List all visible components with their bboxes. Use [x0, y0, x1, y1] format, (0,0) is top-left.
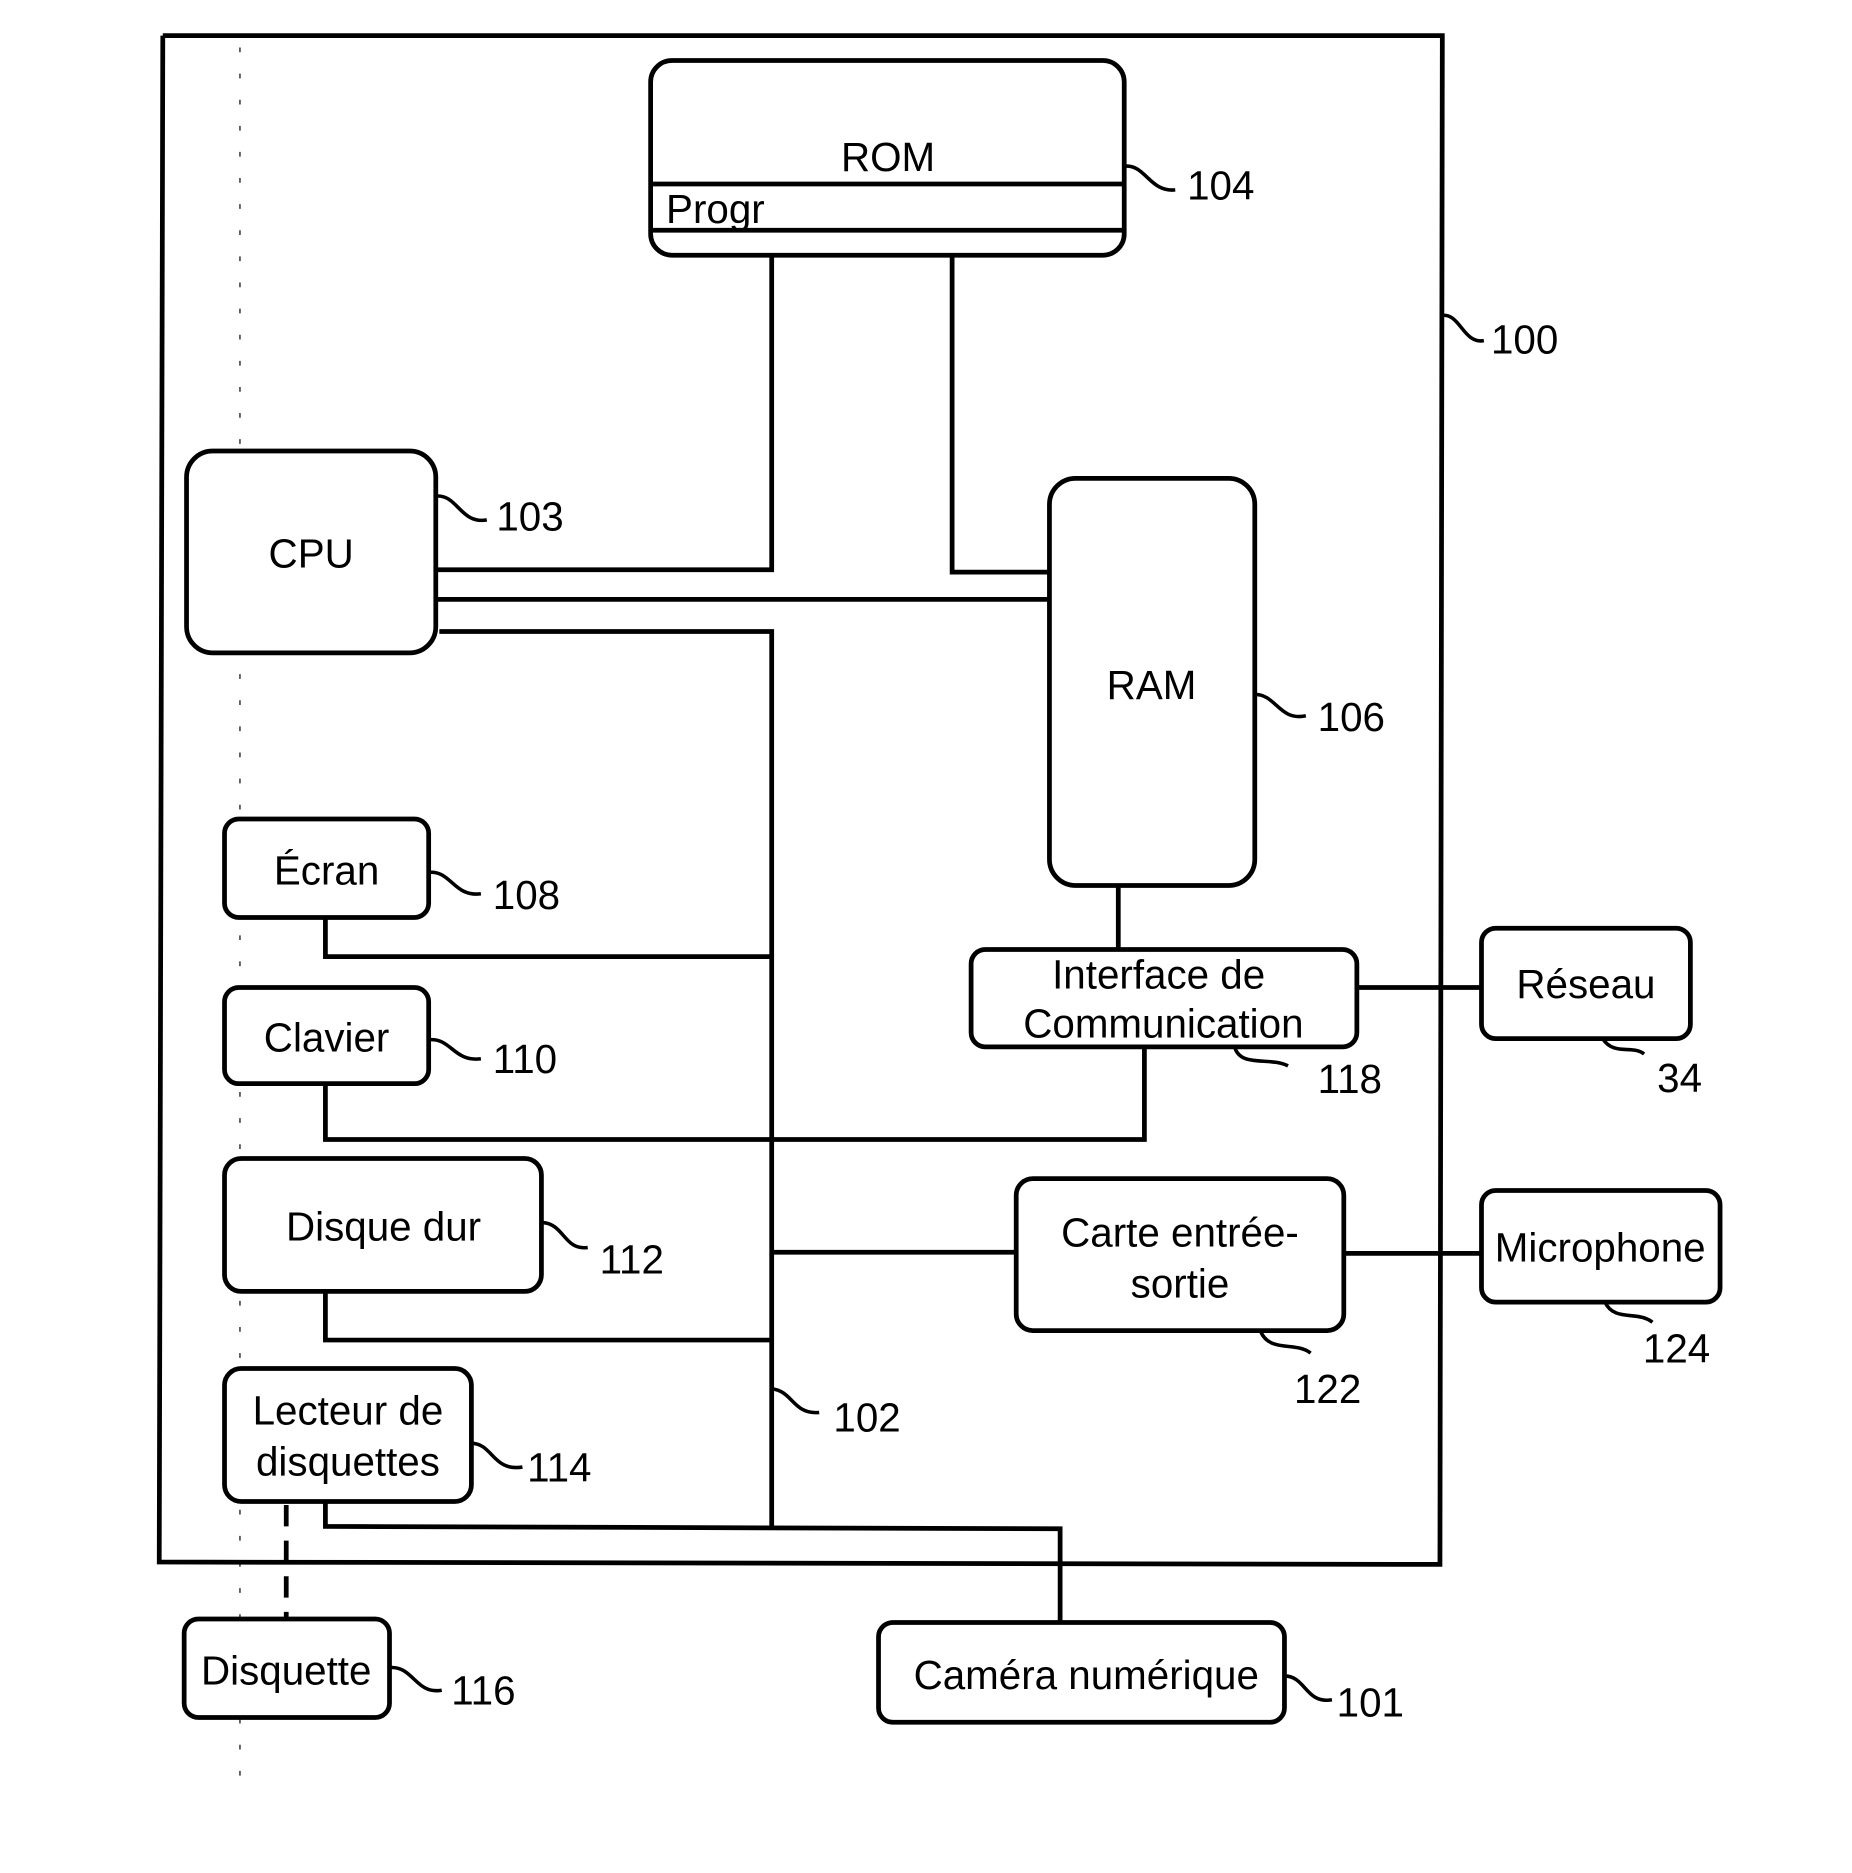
microphone-label: Microphone — [1495, 1225, 1706, 1271]
lecteur-ref: 114 — [527, 1444, 591, 1490]
carte-label-line2: sortie — [1131, 1260, 1230, 1306]
camera-label: Caméra numérique — [914, 1652, 1259, 1698]
interface-label-line1: Interface de — [1052, 952, 1265, 998]
interface-ref-leader — [1232, 1046, 1289, 1068]
reseau-block[interactable]: Réseau — [1479, 925, 1693, 1041]
rom-block[interactable]: ROM Progr — [648, 58, 1127, 258]
disquette-block[interactable]: Disquette — [181, 1616, 392, 1720]
wire-cpu-rom — [435, 255, 775, 573]
system-ref: 100 — [1491, 317, 1558, 363]
clavier-block[interactable]: Clavier — [222, 985, 432, 1087]
ecran-block[interactable]: Écran — [222, 816, 432, 920]
clavier-ref-leader — [428, 1037, 482, 1061]
ecran-ref: 108 — [493, 872, 560, 918]
carte-label-line1: Carte entrée- — [1061, 1209, 1299, 1255]
bus-ref: 102 — [833, 1394, 900, 1440]
ram-ref-leader — [1254, 692, 1307, 719]
reseau-ref: 34 — [1657, 1055, 1702, 1101]
lecteur-label-line1: Lecteur de — [253, 1387, 444, 1433]
rom-ref: 104 — [1187, 162, 1254, 208]
reseau-label: Réseau — [1516, 961, 1655, 1007]
camera-ref-leader — [1284, 1674, 1333, 1702]
lecteur-label-line2: disquettes — [256, 1438, 440, 1484]
system-ref-leader — [1439, 313, 1485, 343]
interface-ref: 118 — [1318, 1056, 1382, 1102]
microphone-ref-leader — [1603, 1301, 1654, 1324]
wire-disque-bus — [323, 1291, 772, 1343]
wire-rom-ram — [949, 255, 1051, 575]
camera-ref: 101 — [1337, 1679, 1404, 1725]
clavier-ref: 110 — [493, 1036, 557, 1082]
lecteur-ref-leader — [471, 1441, 523, 1470]
ecran-ref-leader — [428, 870, 482, 896]
cpu-ref-leader — [435, 494, 488, 523]
camera-block[interactable]: Caméra numérique — [876, 1620, 1287, 1725]
ram-ref: 106 — [1318, 694, 1385, 740]
disquette-label: Disquette — [201, 1647, 371, 1693]
ram-block[interactable]: RAM — [1047, 475, 1258, 888]
bus-ref-leader — [771, 1386, 820, 1415]
microphone-ref: 124 — [1643, 1326, 1710, 1372]
carte-ref-leader — [1259, 1330, 1312, 1355]
cpu-ref: 103 — [496, 494, 563, 540]
wire-clavier-interface — [323, 1046, 1147, 1142]
wire-ecran-bus — [323, 917, 772, 960]
interface-label-line2: Communication — [1023, 1000, 1303, 1046]
ram-label: RAM — [1107, 662, 1197, 708]
carte-block[interactable]: Carte entrée- sortie — [1013, 1176, 1347, 1333]
microphone-block[interactable]: Microphone — [1479, 1188, 1723, 1305]
clavier-label: Clavier — [264, 1015, 390, 1061]
carte-ref: 122 — [1294, 1366, 1361, 1412]
interface-block[interactable]: Interface de Communication — [968, 947, 1360, 1050]
rom-ref-leader — [1124, 164, 1176, 192]
cpu-label: CPU — [269, 530, 354, 576]
wire-cpu-bus — [439, 629, 775, 1527]
disquette-ref: 116 — [451, 1667, 515, 1713]
disque-dur-ref-leader — [541, 1220, 588, 1250]
disque-dur-block[interactable]: Disque dur — [222, 1156, 544, 1294]
rom-label: ROM — [841, 134, 935, 180]
block-diagram: 100 102 ROM Progr 104 CPU 103 RAM 106 Éc… — [156, 33, 1723, 1793]
disque-dur-ref: 112 — [600, 1237, 664, 1283]
ecran-label: Écran — [274, 847, 379, 893]
cpu-block[interactable]: CPU — [184, 448, 439, 656]
rom-program-label: Progr — [666, 186, 765, 232]
disquette-ref-leader — [389, 1665, 443, 1693]
disque-dur-label: Disque dur — [286, 1203, 481, 1249]
lecteur-block[interactable]: Lecteur de disquettes — [222, 1366, 474, 1504]
